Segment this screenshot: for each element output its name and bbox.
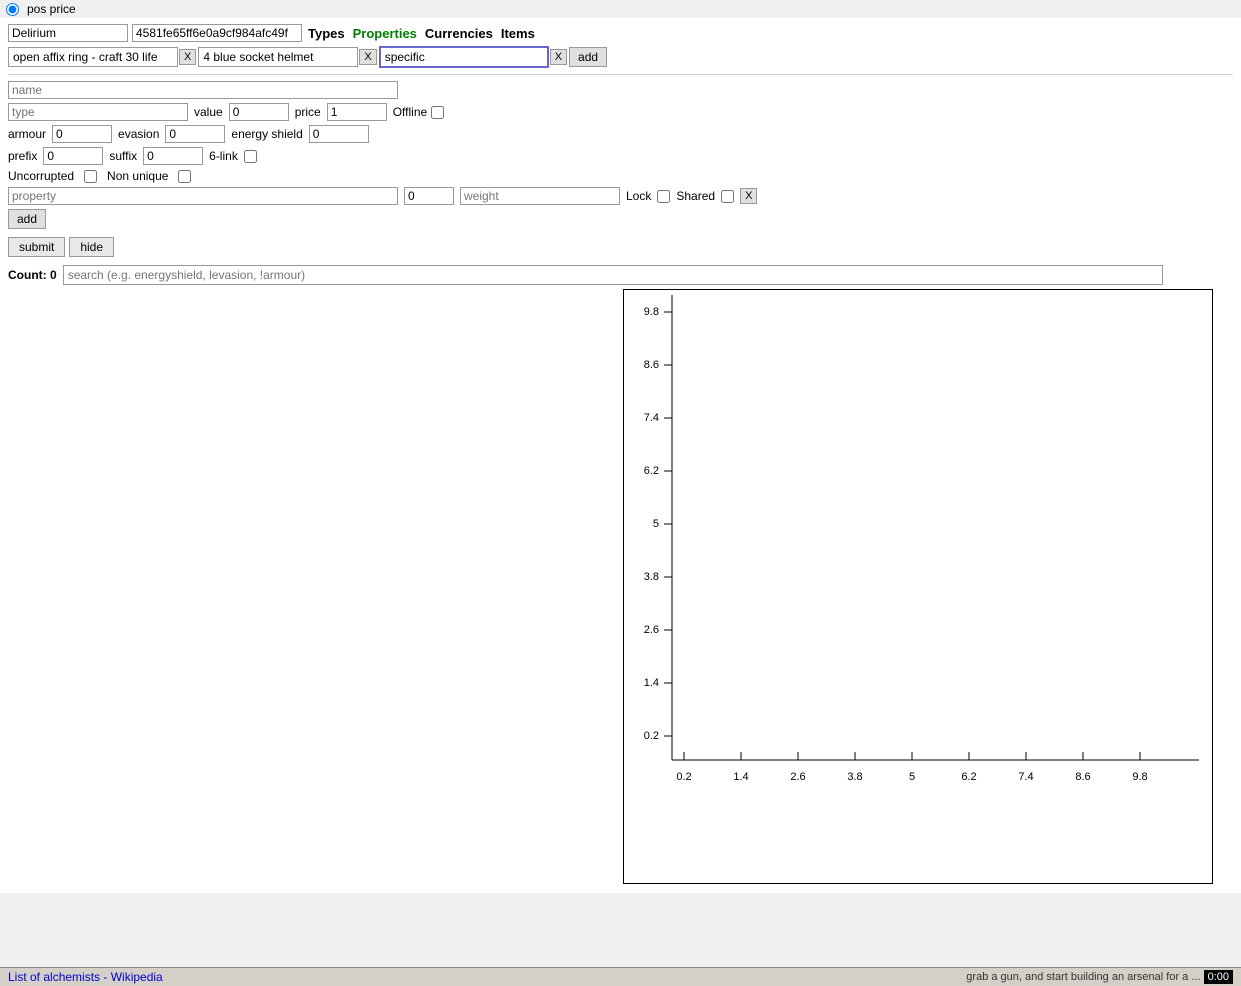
x-label-3.8: 3.8 — [847, 771, 862, 783]
league-row: Types Properties Currencies Items — [8, 24, 1233, 42]
time-display: 0:00 — [1204, 970, 1233, 984]
x-label-2.6: 2.6 — [790, 771, 805, 783]
value-label: value — [194, 105, 223, 119]
filter-input-1[interactable] — [8, 47, 178, 67]
chart-svg: 9.8 8.6 7.4 6.2 5 3.8 2.6 1.4 0.2 0.2 — [623, 289, 1213, 884]
non-unique-checkbox[interactable] — [178, 170, 191, 183]
evasion-input[interactable] — [165, 125, 225, 143]
filter-x-btn-1[interactable]: X — [179, 49, 196, 65]
chart-container: 9.8 8.6 7.4 6.2 5 3.8 2.6 1.4 0.2 0.2 — [623, 289, 1223, 887]
filter-add-button[interactable]: add — [569, 47, 607, 67]
filter-row: X X X add — [8, 46, 1233, 68]
price-label: price — [295, 105, 321, 119]
name-row — [8, 81, 1233, 99]
non-unique-label: Non unique — [107, 169, 168, 183]
x-label-0.2: 0.2 — [676, 771, 691, 783]
x-label-5: 5 — [909, 771, 915, 783]
uncorrupted-checkbox[interactable] — [84, 170, 97, 183]
hash-input[interactable] — [132, 24, 302, 42]
bottom-right-text: grab a gun, and start building an arsena… — [966, 971, 1233, 983]
six-link-checkbox[interactable] — [244, 150, 257, 163]
form-section: value price Offline armour evasion energ… — [8, 74, 1233, 257]
value-input[interactable] — [229, 103, 289, 121]
prefix-input[interactable] — [43, 147, 103, 165]
uncorrupted-row: Uncorrupted Non unique — [8, 169, 1233, 183]
y-label-0.2: 0.2 — [644, 730, 659, 742]
pos-price-radio[interactable] — [6, 3, 19, 16]
add-property-row: add — [8, 209, 1233, 229]
x-label-1.4: 1.4 — [733, 771, 748, 783]
prefix-row: prefix suffix 6-link — [8, 147, 1233, 165]
name-input[interactable] — [8, 81, 398, 99]
weight-input[interactable] — [460, 187, 620, 205]
suffix-input[interactable] — [143, 147, 203, 165]
shared-label: Shared — [676, 189, 715, 203]
offline-checkbox[interactable] — [431, 106, 444, 119]
x-label-9.8: 9.8 — [1132, 771, 1147, 783]
tab-items[interactable]: Items — [499, 26, 537, 41]
y-label-1.4: 1.4 — [644, 677, 659, 689]
energy-shield-label: energy shield — [231, 127, 302, 141]
search-input[interactable] — [63, 265, 1163, 285]
tab-types[interactable]: Types — [306, 26, 347, 41]
offline-label: Offline — [393, 105, 427, 119]
radio-row: pos price — [0, 0, 1241, 18]
y-label-8.6: 8.6 — [644, 359, 659, 371]
prefix-label: prefix — [8, 149, 37, 163]
filter-x-btn-3[interactable]: X — [550, 49, 567, 65]
bottom-link[interactable]: List of alchemists - Wikipedia — [8, 970, 163, 984]
lock-label: Lock — [626, 189, 651, 203]
energy-shield-input[interactable] — [309, 125, 369, 143]
filter-x-btn-2[interactable]: X — [359, 49, 376, 65]
y-label-6.2: 6.2 — [644, 465, 659, 477]
lock-checkbox[interactable] — [657, 190, 670, 203]
count-row: Count: 0 — [8, 265, 1233, 285]
tab-currencies[interactable]: Currencies — [423, 26, 495, 41]
y-label-9.8: 9.8 — [644, 306, 659, 318]
filter-input-2[interactable] — [198, 47, 358, 67]
type-value-row: value price Offline — [8, 103, 1233, 121]
filter-tag-3: X — [379, 46, 567, 68]
suffix-label: suffix — [109, 149, 137, 163]
armour-row: armour evasion energy shield — [8, 125, 1233, 143]
armour-input[interactable] — [52, 125, 112, 143]
x-label-6.2: 6.2 — [961, 771, 976, 783]
filter-input-3[interactable] — [379, 46, 549, 68]
bottom-bar: List of alchemists - Wikipedia grab a gu… — [0, 967, 1241, 986]
price-input[interactable] — [327, 103, 387, 121]
shared-checkbox[interactable] — [721, 190, 734, 203]
property-input[interactable] — [8, 187, 398, 205]
tab-links: Types Properties Currencies Items — [306, 26, 537, 41]
y-label-2.6: 2.6 — [644, 624, 659, 636]
x-label-7.4: 7.4 — [1018, 771, 1033, 783]
league-input[interactable] — [8, 24, 128, 42]
y-label-7.4: 7.4 — [644, 412, 659, 424]
six-link-label: 6-link — [209, 149, 238, 163]
main-content: Types Properties Currencies Items X X X … — [0, 18, 1241, 893]
prop-value-input[interactable] — [404, 187, 454, 205]
x-label-8.6: 8.6 — [1075, 771, 1090, 783]
count-label: Count: 0 — [8, 268, 57, 282]
property-x-btn[interactable]: X — [740, 188, 757, 204]
armour-label: armour — [8, 127, 46, 141]
submit-row: submit hide — [8, 237, 1233, 257]
tab-properties[interactable]: Properties — [351, 26, 419, 41]
offline-row: Offline — [393, 105, 444, 119]
pos-price-label: pos price — [27, 2, 76, 16]
type-input[interactable] — [8, 103, 188, 121]
submit-button[interactable]: submit — [8, 237, 65, 257]
hide-button[interactable]: hide — [69, 237, 114, 257]
property-row: Lock Shared X — [8, 187, 1233, 205]
evasion-label: evasion — [118, 127, 159, 141]
add-property-button[interactable]: add — [8, 209, 46, 229]
y-label-5: 5 — [653, 518, 659, 530]
y-label-3.8: 3.8 — [644, 571, 659, 583]
filter-tag-1: X — [8, 47, 196, 67]
filter-tag-2: X — [198, 47, 376, 67]
uncorrupted-label: Uncorrupted — [8, 169, 74, 183]
